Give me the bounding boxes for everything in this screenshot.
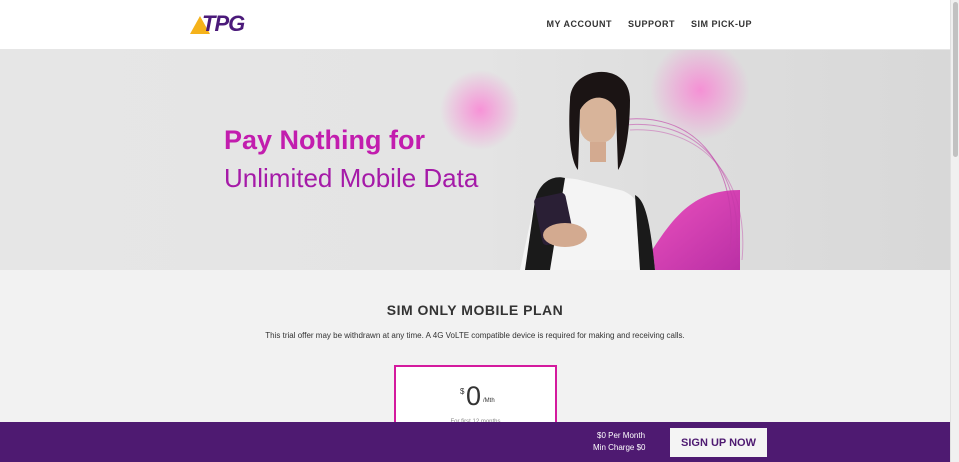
hero-headline: Pay Nothing for	[224, 125, 425, 155]
tpg-logo[interactable]: TPG	[190, 10, 256, 36]
nav-sim-pickup[interactable]: SIM PICK-UP	[691, 19, 752, 29]
hero-banner: Pay Nothing for Unlimited Mobile Data	[0, 50, 950, 270]
plan-disclaimer: This trial offer may be withdrawn at any…	[265, 331, 685, 340]
scrollbar-thumb[interactable]	[953, 2, 958, 157]
sticky-min-charge-text: Min Charge $0	[593, 443, 646, 452]
nav-support[interactable]: SUPPORT	[628, 19, 675, 29]
page-scrollbar[interactable]	[950, 0, 959, 462]
site-header: TPG MY ACCOUNT SUPPORT SIM PICK-UP	[0, 0, 950, 50]
plan-section-title: SIM ONLY MOBILE PLAN	[386, 302, 564, 318]
sign-up-now-button[interactable]: SIGN UP NOW	[670, 428, 767, 457]
sticky-signup-bar: $0 Per Month Min Charge $0 SIGN UP NOW	[0, 422, 950, 462]
nav-my-account[interactable]: MY ACCOUNT	[546, 19, 612, 29]
logo-text: TPG	[202, 11, 245, 36]
price-currency: $	[460, 387, 465, 396]
price-unit: /Mth	[483, 398, 495, 404]
sticky-price-text: $0 Per Month	[597, 431, 646, 440]
price-amount: 0	[466, 381, 482, 411]
main-nav: MY ACCOUNT SUPPORT SIM PICK-UP	[546, 19, 752, 29]
hero-woman-phone-image	[440, 50, 750, 270]
